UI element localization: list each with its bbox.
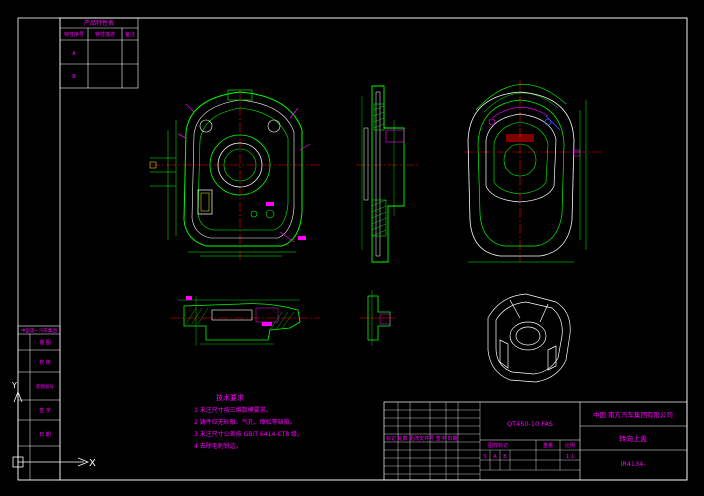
tech-req-item-3: 3 未注尺寸公差按 GB/T 6414-CT8 级。 [194, 430, 303, 438]
left-stamp-row-1: 描 图 [39, 339, 51, 346]
left-stamp-row-2: 校 核 [39, 359, 51, 366]
features-table-row-a-id: A [72, 51, 76, 57]
features-table-title: 产品特性表 [84, 19, 114, 27]
title-block-mark-a: A [493, 454, 497, 460]
left-stamp-row-5: 日 期 [39, 432, 51, 438]
title-block-scale-label-2: 重量 [543, 442, 553, 449]
title-block-mark-b: B [503, 454, 507, 460]
left-stamp-title: 中国第一汽车集团 [21, 327, 57, 334]
ucs-y-label: Y [11, 381, 17, 390]
title-block-company: 中国·南方汽车集团有限公司 [593, 410, 673, 419]
ucs-x-label: X [89, 458, 96, 469]
title-block-mark-s: S [483, 454, 486, 460]
left-stamp-row-3: 底图总号 [36, 383, 54, 390]
title-block-scale-label-3: 比例 [565, 442, 575, 449]
left-stamp-row-4: 签 字 [39, 407, 51, 414]
features-table-header-note: 备注 [125, 31, 135, 38]
cad-drawing-canvas[interactable]: 产品特性表 特性序号 特性描述 备注 A B 中国第一汽车集团 描 图 校 核 … [0, 0, 704, 496]
tech-req-item-4: 4 去除毛刺锐边。 [194, 442, 242, 450]
tech-req-item-2: 2 铸件应无砂眼、气孔、缩松等缺陷。 [194, 418, 296, 426]
drawing-background [0, 0, 704, 496]
features-table-row-b-id: B [72, 74, 76, 80]
tech-req-item-1: 1 未注尺寸按三维数模要求。 [194, 406, 272, 414]
title-block-drawing-no: IR4134- [620, 460, 646, 468]
title-block-scale-label-1: 图样标记 [488, 442, 508, 449]
title-block-part-name: 转向上盖 [619, 434, 647, 443]
title-block-process-row: 标记 处数 更改文件号 签字 日期 [386, 435, 457, 442]
title-block-material: QT450-10 FAS [507, 420, 553, 428]
features-table-header-desc: 特性描述 [95, 31, 115, 38]
features-table-header-id: 特性序号 [64, 31, 84, 38]
tech-req-title: 技术要求 [216, 393, 244, 402]
title-block-scale-value: 1:1 [566, 454, 574, 460]
